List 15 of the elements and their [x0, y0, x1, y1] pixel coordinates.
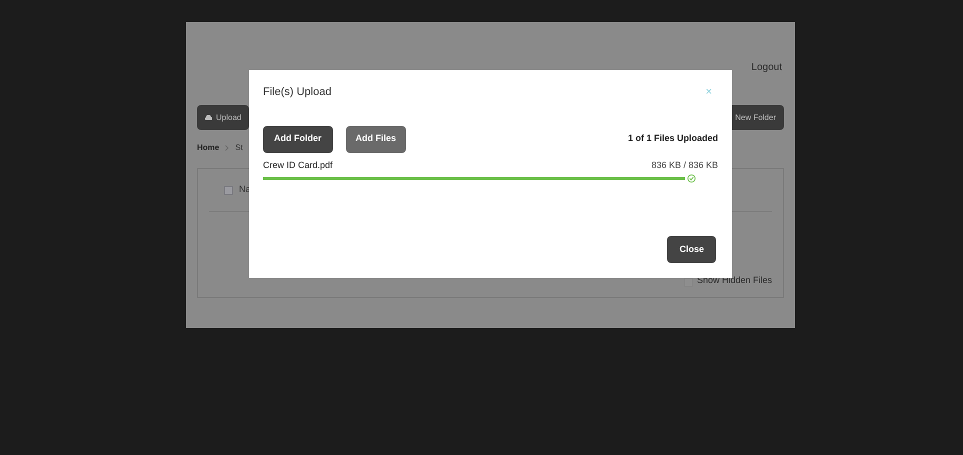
- add-files-button[interactable]: Add Files: [346, 126, 406, 152]
- chevron-right-icon: [225, 145, 230, 151]
- file-name: Crew ID Card.pdf: [263, 158, 333, 172]
- checkbox[interactable]: [684, 278, 693, 287]
- breadcrumb-item[interactable]: St: [235, 142, 243, 154]
- dialog-title: File(s) Upload: [263, 85, 332, 100]
- checkbox[interactable]: [224, 186, 233, 194]
- close-button[interactable]: Close: [667, 236, 716, 263]
- upload-button[interactable]: Upload: [197, 105, 250, 130]
- breadcrumb-item[interactable]: Home: [197, 142, 220, 154]
- file-size: 836 KB / 836 KB: [651, 158, 718, 172]
- upload-status: 1 of 1 Files Uploaded: [628, 132, 718, 146]
- logout-link[interactable]: Logout: [751, 60, 782, 75]
- cloud-icon: [205, 115, 212, 120]
- add-folder-button[interactable]: Add Folder: [263, 126, 332, 152]
